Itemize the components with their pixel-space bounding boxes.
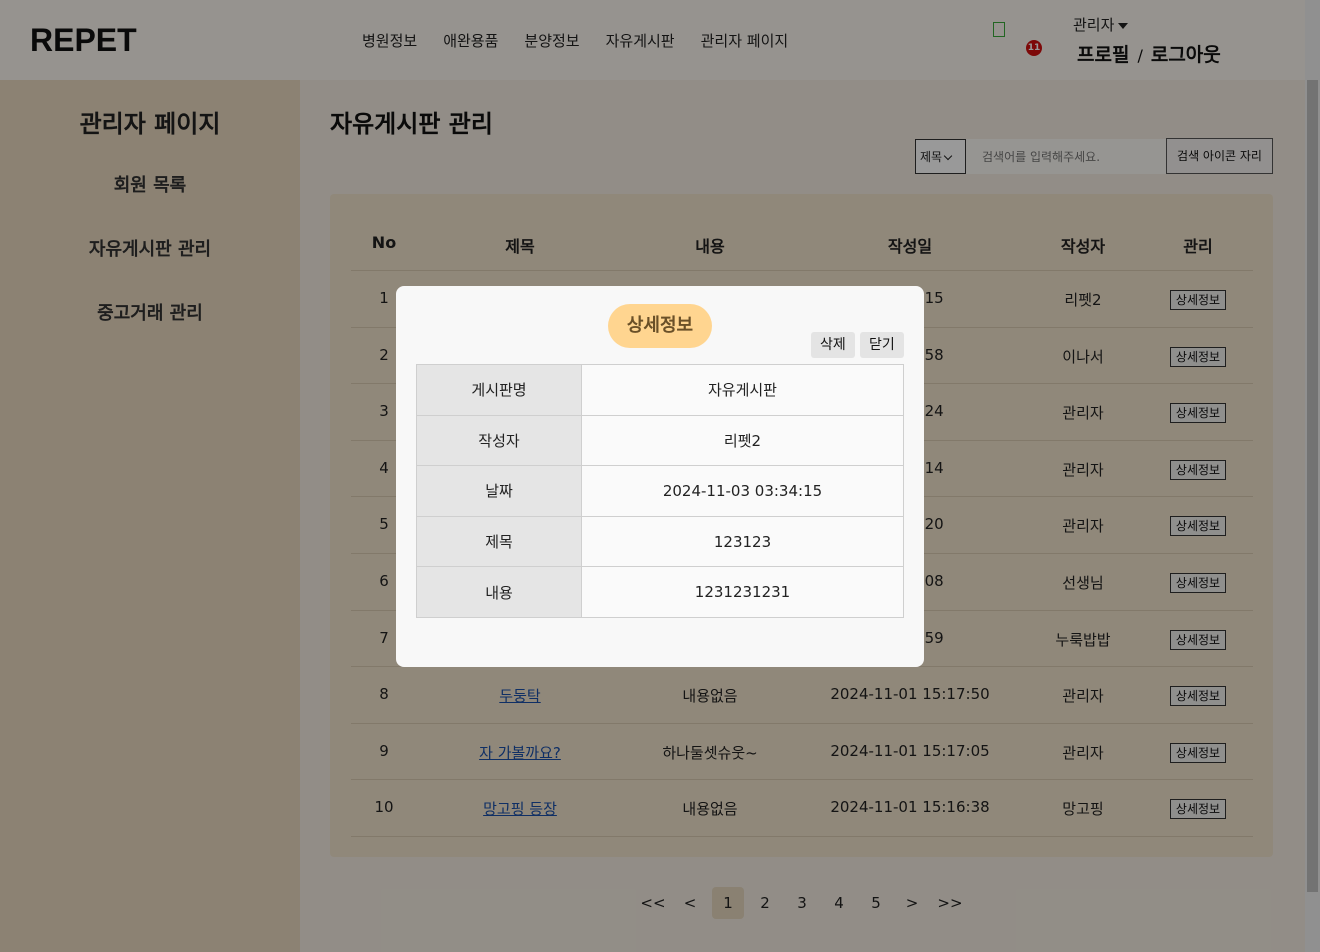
- detail-label: 날짜: [416, 465, 582, 517]
- detail-modal: 상세정보 삭제 닫기 게시판명 자유게시판 작성자 리펫2 날짜 2024-11-03…: [396, 286, 924, 667]
- detail-row-content: 내용 1231231231: [416, 566, 904, 618]
- detail-value: 2024-11-03 03:34:15: [581, 465, 904, 517]
- detail-row-board: 게시판명 자유게시판: [416, 364, 904, 416]
- delete-button[interactable]: 삭제: [811, 332, 855, 358]
- detail-value: 123123: [581, 515, 904, 568]
- modal-title: 상세정보: [608, 304, 712, 348]
- detail-label: 내용: [416, 566, 582, 618]
- detail-label: 제목: [416, 515, 582, 568]
- detail-row-date: 날짜 2024-11-03 03:34:15: [416, 465, 904, 517]
- detail-table: 게시판명 자유게시판 작성자 리펫2 날짜 2024-11-03 03:34:15 제…: [416, 364, 904, 618]
- detail-label: 게시판명: [416, 364, 582, 416]
- detail-value: 자유게시판: [581, 364, 904, 416]
- detail-value: 리펫2: [581, 414, 904, 467]
- detail-value: 1231231231: [581, 566, 904, 618]
- detail-row-author: 작성자 리펫2: [416, 414, 904, 467]
- detail-row-title: 제목 123123: [416, 515, 904, 568]
- detail-label: 작성자: [416, 414, 582, 467]
- close-button[interactable]: 닫기: [860, 332, 904, 358]
